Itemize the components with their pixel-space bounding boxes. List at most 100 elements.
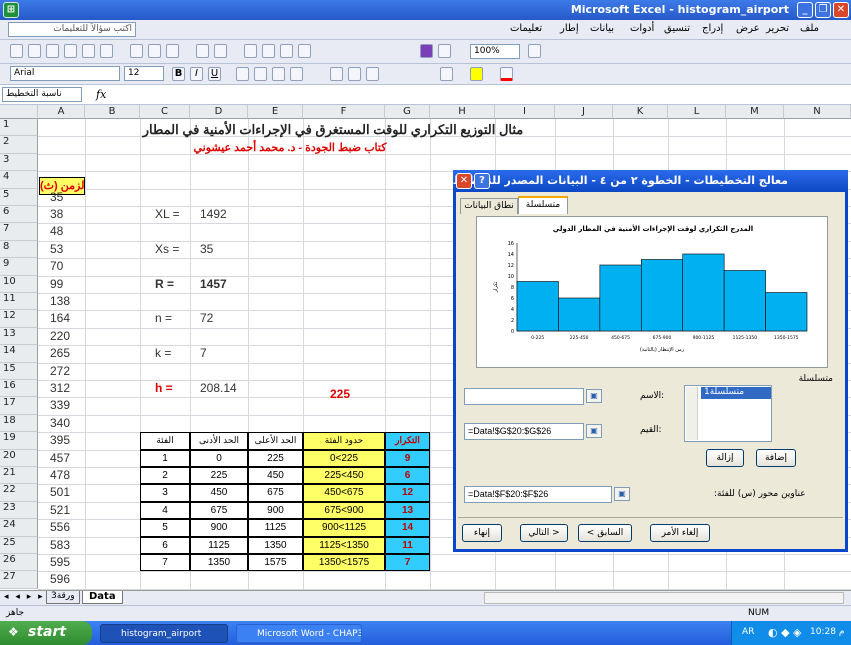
table-cell[interactable]: 675<900: [303, 501, 385, 520]
help-icon[interactable]: [528, 44, 541, 58]
row-header[interactable]: 19: [0, 432, 38, 450]
row-header[interactable]: 15: [0, 362, 38, 380]
time-value-cell[interactable]: 556: [50, 520, 70, 534]
row-header[interactable]: 23: [0, 501, 38, 520]
table-cell[interactable]: 675: [248, 484, 303, 502]
table-cell[interactable]: 450<675: [303, 484, 385, 502]
currency-icon[interactable]: [330, 67, 343, 81]
tab-scroll-arrows-icon[interactable]: ◂ ◂ ▸ ▸: [4, 592, 45, 602]
table-cell[interactable]: 13: [385, 501, 430, 520]
hyperlink-icon[interactable]: [244, 44, 257, 58]
h-rounded-value[interactable]: 225: [330, 387, 350, 401]
remove-button[interactable]: إزالة: [706, 449, 744, 467]
dialog-help-button[interactable]: ?: [474, 173, 490, 189]
table-cell[interactable]: 450: [190, 484, 248, 502]
column-header[interactable]: B: [85, 105, 140, 119]
preview-icon[interactable]: [82, 44, 95, 58]
table-cell[interactable]: 0: [190, 449, 248, 467]
select-all-corner[interactable]: [0, 105, 38, 119]
borders-icon[interactable]: [440, 67, 453, 81]
table-cell[interactable]: 450: [248, 467, 303, 485]
column-header[interactable]: H: [430, 105, 495, 119]
column-header[interactable]: C: [140, 105, 190, 119]
menu-data[interactable]: بيانات: [590, 23, 614, 34]
table-cell[interactable]: 1: [140, 449, 190, 467]
time-value-cell[interactable]: 70: [50, 259, 63, 273]
column-header[interactable]: G: [385, 105, 430, 119]
time-value-cell[interactable]: 38: [50, 207, 63, 221]
row-header[interactable]: 22: [0, 484, 38, 502]
table-cell[interactable]: 1125<1350: [303, 536, 385, 554]
row-header[interactable]: 2: [0, 136, 38, 154]
row-header[interactable]: 16: [0, 380, 38, 398]
series-listbox[interactable]: متسلسلة1: [684, 385, 772, 442]
name-input[interactable]: [464, 388, 584, 405]
row-header[interactable]: 14: [0, 345, 38, 363]
table-header-cell[interactable]: الحد الأدنى: [190, 432, 248, 450]
time-value-cell[interactable]: 583: [50, 538, 70, 552]
font-color-icon[interactable]: [500, 67, 513, 81]
row-header[interactable]: 13: [0, 327, 38, 346]
time-value-cell[interactable]: 521: [50, 503, 70, 517]
start-button[interactable]: ❖ start: [0, 621, 92, 645]
time-value-cell[interactable]: 272: [50, 364, 70, 378]
tray-icons[interactable]: ◐ ◆ ◈: [768, 626, 802, 639]
stat-value[interactable]: 208.14: [200, 381, 237, 395]
stat-value[interactable]: 72: [200, 311, 213, 325]
table-cell[interactable]: 900: [190, 519, 248, 537]
language-indicator[interactable]: AR: [742, 627, 754, 637]
table-cell[interactable]: 675: [190, 501, 248, 520]
time-value-cell[interactable]: 339: [50, 398, 70, 412]
row-header[interactable]: 9: [0, 258, 38, 276]
sort-desc-icon[interactable]: [298, 44, 311, 58]
table-cell[interactable]: 1350<1575: [303, 554, 385, 572]
finish-button[interactable]: إنهاء: [462, 524, 502, 542]
column-header[interactable]: J: [555, 105, 613, 119]
time-value-cell[interactable]: 395: [50, 433, 70, 447]
series-item[interactable]: متسلسلة1: [701, 387, 771, 399]
table-header-cell[interactable]: الحد الأعلى: [248, 432, 303, 450]
dialog-close-button[interactable]: ✕: [456, 173, 472, 189]
minimize-window-button[interactable]: _: [797, 2, 813, 18]
sheet-tab-data[interactable]: Data: [82, 591, 123, 604]
time-value-cell[interactable]: 48: [50, 224, 63, 238]
percent-icon[interactable]: [348, 67, 361, 81]
sort-asc-icon[interactable]: [280, 44, 293, 58]
menu-window[interactable]: إطار: [560, 23, 579, 34]
time-value-cell[interactable]: 53: [50, 242, 63, 256]
time-value-cell[interactable]: 99: [50, 277, 63, 291]
row-header[interactable]: 8: [0, 240, 38, 259]
time-value-cell[interactable]: 501: [50, 485, 70, 499]
menu-help[interactable]: تعليمات: [510, 23, 542, 34]
column-header[interactable]: N: [784, 105, 851, 119]
cut-icon[interactable]: [130, 44, 143, 58]
time-value-cell[interactable]: 220: [50, 329, 70, 343]
time-value-cell[interactable]: 312: [50, 381, 70, 395]
align-left-icon[interactable]: [272, 67, 285, 81]
stat-value[interactable]: 1492: [200, 207, 227, 221]
table-cell[interactable]: 6: [385, 467, 430, 485]
paste-icon[interactable]: [166, 44, 179, 58]
restore-window-button[interactable]: ❐: [815, 2, 831, 18]
print-icon[interactable]: [64, 44, 77, 58]
row-header[interactable]: 6: [0, 206, 38, 224]
table-cell[interactable]: 14: [385, 519, 430, 537]
menu-view[interactable]: عرض: [736, 23, 760, 34]
table-cell[interactable]: 225: [190, 467, 248, 485]
ask-question-box[interactable]: اكتب سؤالاً للتعليمات: [8, 22, 136, 37]
table-cell[interactable]: 1350: [190, 554, 248, 572]
row-header[interactable]: 20: [0, 449, 38, 467]
stat-value[interactable]: 1457: [200, 277, 227, 291]
fill-color-icon[interactable]: [470, 67, 483, 81]
align-right-icon[interactable]: [236, 67, 249, 81]
time-value-cell[interactable]: 138: [50, 294, 70, 308]
time-value-cell[interactable]: 340: [50, 416, 70, 430]
autosum-icon[interactable]: [262, 44, 275, 58]
row-header[interactable]: 18: [0, 414, 38, 433]
time-value-cell[interactable]: 596: [50, 572, 70, 586]
horizontal-scrollbar[interactable]: [484, 592, 844, 604]
stat-value[interactable]: 7: [200, 346, 207, 360]
redo-icon[interactable]: [214, 44, 227, 58]
table-cell[interactable]: 7: [140, 554, 190, 572]
table-cell[interactable]: 2: [140, 467, 190, 485]
